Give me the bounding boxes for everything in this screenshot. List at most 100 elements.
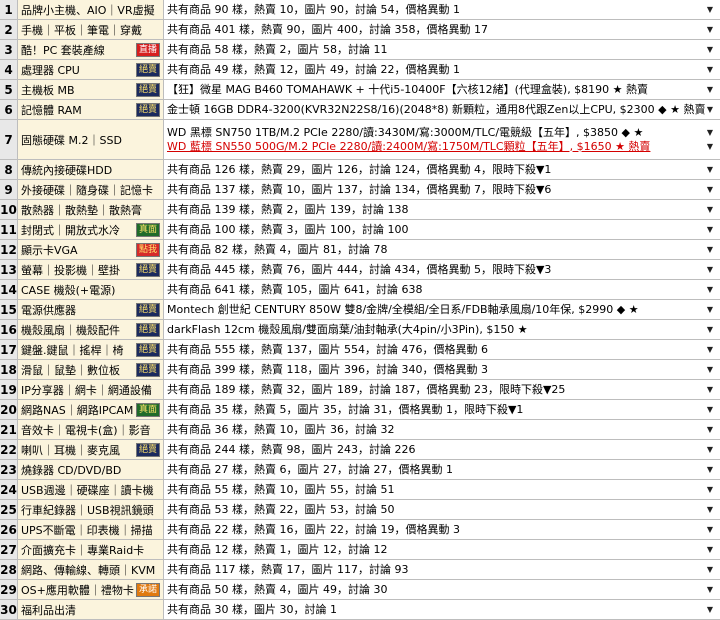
category-link[interactable]: 記憶體 RAM 絕賣 [18, 100, 164, 120]
promo-badge[interactable]: 點我 [135, 242, 160, 257]
category-link[interactable]: USB週邊｜硬碟座｜讀卡機 [18, 480, 164, 500]
category-link[interactable]: 介面擴充卡｜專業Raid卡 [18, 540, 164, 560]
category-link[interactable]: 螢幕｜投影機｜壁掛 絕賣 [18, 260, 164, 280]
category-link[interactable]: 行車紀錄器｜USB視訊鏡頭 [18, 500, 164, 520]
chevron-down-icon[interactable]: ▼ [707, 563, 713, 577]
chevron-down-icon[interactable]: ▼ [707, 463, 713, 477]
product-select[interactable]: 共有商品 82 樣，熱賣 4，圖片 81，討論 78 ▼ [164, 240, 720, 260]
product-select[interactable]: 共有商品 50 樣，熱賣 4，圖片 49，討論 30 ▼ [164, 580, 720, 600]
product-select[interactable]: 共有商品 30 樣，圖片 30，討論 1 ▼ [164, 600, 720, 620]
promo-badge[interactable]: 直播 [135, 42, 160, 57]
category-link[interactable]: 網路NAS｜網路IPCAM 真面 [18, 400, 164, 420]
product-select[interactable]: 共有商品 399 樣，熱賣 118，圖片 396，討論 340，價格異動 3 ▼ [164, 360, 720, 380]
product-select[interactable]: 共有商品 90 樣，熱賣 10，圖片 90，討論 54，價格異動 1 ▼ [164, 0, 720, 20]
chevron-down-icon[interactable]: ▼ [707, 583, 713, 597]
chevron-down-icon[interactable]: ▼ [707, 23, 713, 37]
chevron-down-icon[interactable]: ▼ [707, 603, 713, 617]
chevron-down-icon[interactable]: ▼ [707, 323, 713, 337]
product-select[interactable]: 【狂】微星 MAG B460 TOMAHAWK + 十代i5-10400F【六核… [164, 80, 720, 100]
category-link[interactable]: 機殼風扇｜機殼配件 絕賣 [18, 320, 164, 340]
product-select[interactable]: 共有商品 58 樣，熱賣 2，圖片 58，討論 11 ▼ [164, 40, 720, 60]
category-link[interactable]: 手機｜平板｜筆電｜穿戴 [18, 20, 164, 40]
chevron-down-icon[interactable]: ▼ [707, 183, 713, 197]
promo-badge[interactable]: 絕賣 [135, 442, 160, 457]
product-select[interactable]: 共有商品 55 樣，熱賣 10，圖片 55，討論 51 ▼ [164, 480, 720, 500]
chevron-down-icon[interactable]: ▼ [707, 3, 713, 17]
chevron-down-icon[interactable]: ▼ [707, 343, 713, 357]
promo-badge[interactable]: 真面 [135, 222, 160, 237]
chevron-down-icon[interactable]: ▼ [707, 303, 713, 317]
category-link[interactable]: IP分享器｜網卡｜網通設備 [18, 380, 164, 400]
product-select[interactable]: 共有商品 555 樣，熱賣 137，圖片 554，討論 476，價格異動 6 ▼ [164, 340, 720, 360]
category-link[interactable]: 網路、傳輸線、轉頭｜KVM [18, 560, 164, 580]
promo-badge[interactable]: 絕賣 [135, 82, 160, 97]
product-select[interactable]: 金士頓 16GB DDR4-3200(KVR32N22S8/16)(2048*8… [164, 100, 720, 120]
category-link[interactable]: 電源供應器 絕賣 [18, 300, 164, 320]
category-link[interactable]: 鍵盤.鍵鼠｜搖桿｜椅 絕賣 [18, 340, 164, 360]
product-select[interactable]: 共有商品 126 樣，熱賣 29，圖片 126，討論 124，價格異動 4，限時… [164, 160, 720, 180]
promo-badge[interactable]: 承諾 [135, 582, 160, 597]
category-link[interactable]: 喇叭｜耳機｜麥克風 絕賣 [18, 440, 164, 460]
promo-badge[interactable]: 絕賣 [135, 62, 160, 77]
product-select[interactable]: darkFlash 12cm 機殼風扇/雙面扇葉/油封軸承(大4pin/小3Pi… [164, 320, 720, 340]
category-link[interactable]: 福利品出清 [18, 600, 164, 620]
product-select[interactable]: 共有商品 244 樣，熱賣 98，圖片 243，討論 226 ▼ [164, 440, 720, 460]
promo-badge[interactable]: 絕賣 [135, 302, 160, 317]
category-link[interactable]: 外接硬碟｜隨身碟｜記憶卡 [18, 180, 164, 200]
category-link[interactable]: 散熱器｜散熱墊｜散熱膏 [18, 200, 164, 220]
chevron-down-icon[interactable]: ▼ [707, 423, 713, 437]
chevron-down-icon[interactable]: ▼ [707, 503, 713, 517]
product-select[interactable]: 共有商品 100 樣，熱賣 3，圖片 100，討論 100 ▼ [164, 220, 720, 240]
promo-badge[interactable]: 絕賣 [135, 262, 160, 277]
product-select[interactable]: 共有商品 445 樣，熱賣 76，圖片 444，討論 434，價格異動 5，限時… [164, 260, 720, 280]
promo-badge[interactable]: 絕賣 [135, 102, 160, 117]
chevron-down-icon[interactable]: ▼ [707, 523, 713, 537]
product-select[interactable]: 共有商品 117 樣，熱賣 17，圖片 117，討論 93 ▼ [164, 560, 720, 580]
category-link[interactable]: CASE 機殼(+電源) [18, 280, 164, 300]
product-select[interactable]: 共有商品 401 樣，熱賣 90，圖片 400，討論 358，價格異動 17 ▼ [164, 20, 720, 40]
chevron-down-icon[interactable]: ▼ [707, 163, 713, 177]
chevron-down-icon[interactable]: ▼ [707, 283, 713, 297]
promo-badge[interactable]: 絕賣 [135, 342, 160, 357]
product-select[interactable]: Montech 創世紀 CENTURY 850W 雙8/金牌/全模組/全日系/F… [164, 300, 720, 320]
product-select[interactable]: 共有商品 35 樣，熱賣 5，圖片 35，討論 31，價格異動 1，限時下殺▼1… [164, 400, 720, 420]
category-link[interactable]: 燒錄器 CD/DVD/BD [18, 460, 164, 480]
chevron-down-icon[interactable]: ▼ [707, 543, 713, 557]
product-select[interactable]: 共有商品 22 樣，熱賣 16，圖片 22，討論 19，價格異動 3 ▼ [164, 520, 720, 540]
chevron-down-icon[interactable]: ▼ [707, 140, 713, 154]
category-link[interactable]: 主機板 MB 絕賣 [18, 80, 164, 100]
product-select[interactable]: 共有商品 189 樣，熱賣 32，圖片 189，討論 187，價格異動 23，限… [164, 380, 720, 400]
chevron-down-icon[interactable]: ▼ [707, 223, 713, 237]
chevron-down-icon[interactable]: ▼ [707, 403, 713, 417]
category-link[interactable]: UPS不斷電｜印表機｜掃描 [18, 520, 164, 540]
category-link[interactable]: 顯示卡VGA 點我 [18, 240, 164, 260]
product-select[interactable]: 共有商品 139 樣，熱賣 2，圖片 139，討論 138 ▼ [164, 200, 720, 220]
chevron-down-icon[interactable]: ▼ [707, 43, 713, 57]
category-link[interactable]: 處理器 CPU 絕賣 [18, 60, 164, 80]
chevron-down-icon[interactable]: ▼ [707, 383, 713, 397]
chevron-down-icon[interactable]: ▼ [707, 126, 713, 140]
promo-badge[interactable]: 絕賣 [135, 322, 160, 337]
chevron-down-icon[interactable]: ▼ [707, 103, 713, 117]
product-select[interactable]: 共有商品 36 樣，熱賣 10，圖片 36，討論 32 ▼ [164, 420, 720, 440]
chevron-down-icon[interactable]: ▼ [707, 443, 713, 457]
product-select[interactable]: 共有商品 12 樣，熱賣 1，圖片 12，討論 12 ▼ [164, 540, 720, 560]
category-link[interactable]: 酷！PC 套裝產線 直播 [18, 40, 164, 60]
chevron-down-icon[interactable]: ▼ [707, 243, 713, 257]
category-link[interactable]: OS+應用軟體｜禮物卡 承諾 [18, 580, 164, 600]
product-select[interactable]: 共有商品 53 樣，熱賣 22，圖片 53，討論 50 ▼ [164, 500, 720, 520]
chevron-down-icon[interactable]: ▼ [707, 363, 713, 377]
category-link[interactable]: 品牌小主機、AIO｜VR虛擬 [18, 0, 164, 20]
category-link[interactable]: 滑鼠｜鼠墊｜數位板 絕賣 [18, 360, 164, 380]
category-link[interactable]: 音效卡｜電視卡(盒)｜影音 [18, 420, 164, 440]
category-link[interactable]: 固態硬碟 M.2｜SSD [18, 120, 164, 160]
category-link[interactable]: 傳統內接硬碟HDD [18, 160, 164, 180]
chevron-down-icon[interactable]: ▼ [707, 203, 713, 217]
product-select[interactable]: 共有商品 49 樣，熱賣 12，圖片 49，討論 22，價格異動 1 ▼ [164, 60, 720, 80]
promo-badge[interactable]: 絕賣 [135, 362, 160, 377]
promo-badge[interactable]: 真面 [135, 402, 160, 417]
chevron-down-icon[interactable]: ▼ [707, 83, 713, 97]
product-select[interactable]: WD 黑標 SN750 1TB/M.2 PCIe 2280/讀:3430M/寫:… [164, 120, 720, 160]
product-select[interactable]: 共有商品 641 樣，熱賣 105，圖片 641，討論 638 ▼ [164, 280, 720, 300]
chevron-down-icon[interactable]: ▼ [707, 263, 713, 277]
